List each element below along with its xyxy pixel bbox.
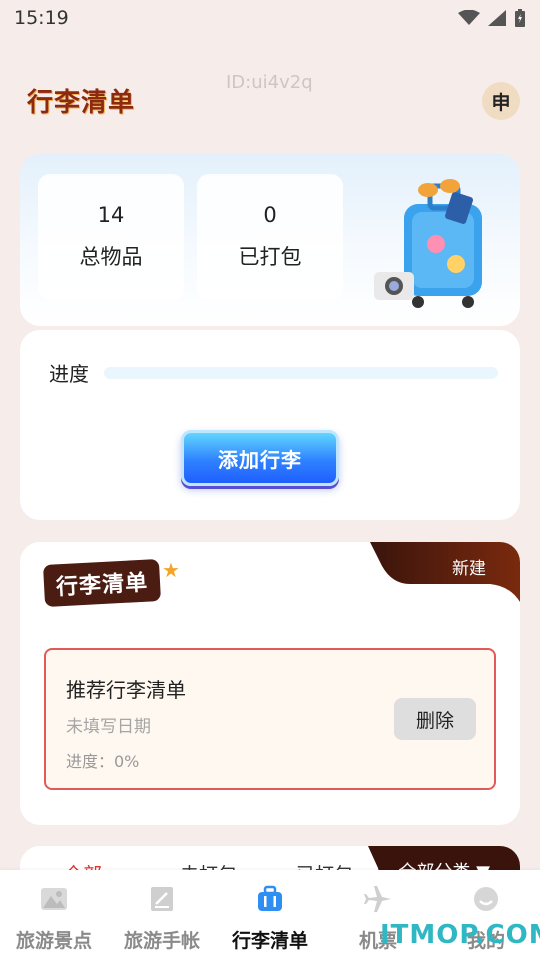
- nav-label-journal: 旅游手帐: [123, 930, 200, 952]
- user-id: ID:ui4v2q: [226, 72, 313, 93]
- app-logo: 行李清单: [27, 88, 136, 118]
- new-list-button[interactable]: 新建: [452, 554, 486, 579]
- packed-items-stat: 0 已打包: [197, 174, 343, 300]
- list-item-progress: 进度：0%: [66, 752, 140, 771]
- nav-label-checklist: 行李清单: [231, 930, 308, 952]
- nav-item-checklist[interactable]: 行李清单: [216, 870, 324, 960]
- progress-card: 进度 添加行李: [20, 330, 520, 520]
- progress-bar: [104, 367, 498, 379]
- watermark: ITMOP.COM: [380, 920, 540, 950]
- status-time: 15:19: [14, 7, 69, 29]
- list-item-title: 推荐行李清单: [66, 678, 186, 702]
- stats-card: 14 总物品 0 已打包: [20, 154, 520, 326]
- total-items-value: 14: [97, 203, 125, 227]
- wifi-icon: [458, 10, 480, 25]
- list-item-date: 未填写日期: [66, 717, 151, 737]
- packed-items-label: 已打包: [238, 245, 302, 269]
- star-icon: ★: [162, 558, 180, 582]
- add-luggage-button[interactable]: 添加行李: [181, 430, 339, 486]
- airplane-icon: [364, 886, 391, 912]
- progress-label: 进度: [49, 362, 89, 386]
- nav-item-journal[interactable]: 旅游手帐: [108, 870, 216, 960]
- total-items-label: 总物品: [79, 245, 143, 269]
- luggage-illustration: [374, 179, 482, 308]
- battery-icon: [515, 9, 525, 27]
- checklist-card: 新建 行李清单 ★ 推荐行李清单 未填写日期 进度：0% 删除: [20, 542, 520, 825]
- total-items-stat: 14 总物品: [38, 174, 184, 300]
- notebook-icon: [151, 887, 173, 911]
- mountain-icon: [41, 888, 67, 910]
- status-bar: 15:19: [0, 0, 540, 36]
- avatar[interactable]: 申: [482, 82, 520, 120]
- suitcase-icon: [258, 885, 282, 911]
- checklist-logo: 行李清单: [45, 561, 159, 605]
- nav-item-attractions[interactable]: 旅游景点: [0, 870, 108, 960]
- profile-icon: [474, 887, 498, 911]
- status-icons: [458, 9, 526, 27]
- list-item[interactable]: 推荐行李清单 未填写日期 进度：0% 删除: [44, 648, 496, 790]
- signal-icon: [488, 10, 506, 26]
- delete-button[interactable]: 删除: [394, 698, 476, 740]
- nav-label-attractions: 旅游景点: [15, 930, 92, 952]
- packed-items-value: 0: [263, 203, 277, 227]
- new-tab-bg: [370, 542, 520, 602]
- header: 行李清单 ID:ui4v2q 申: [0, 60, 540, 140]
